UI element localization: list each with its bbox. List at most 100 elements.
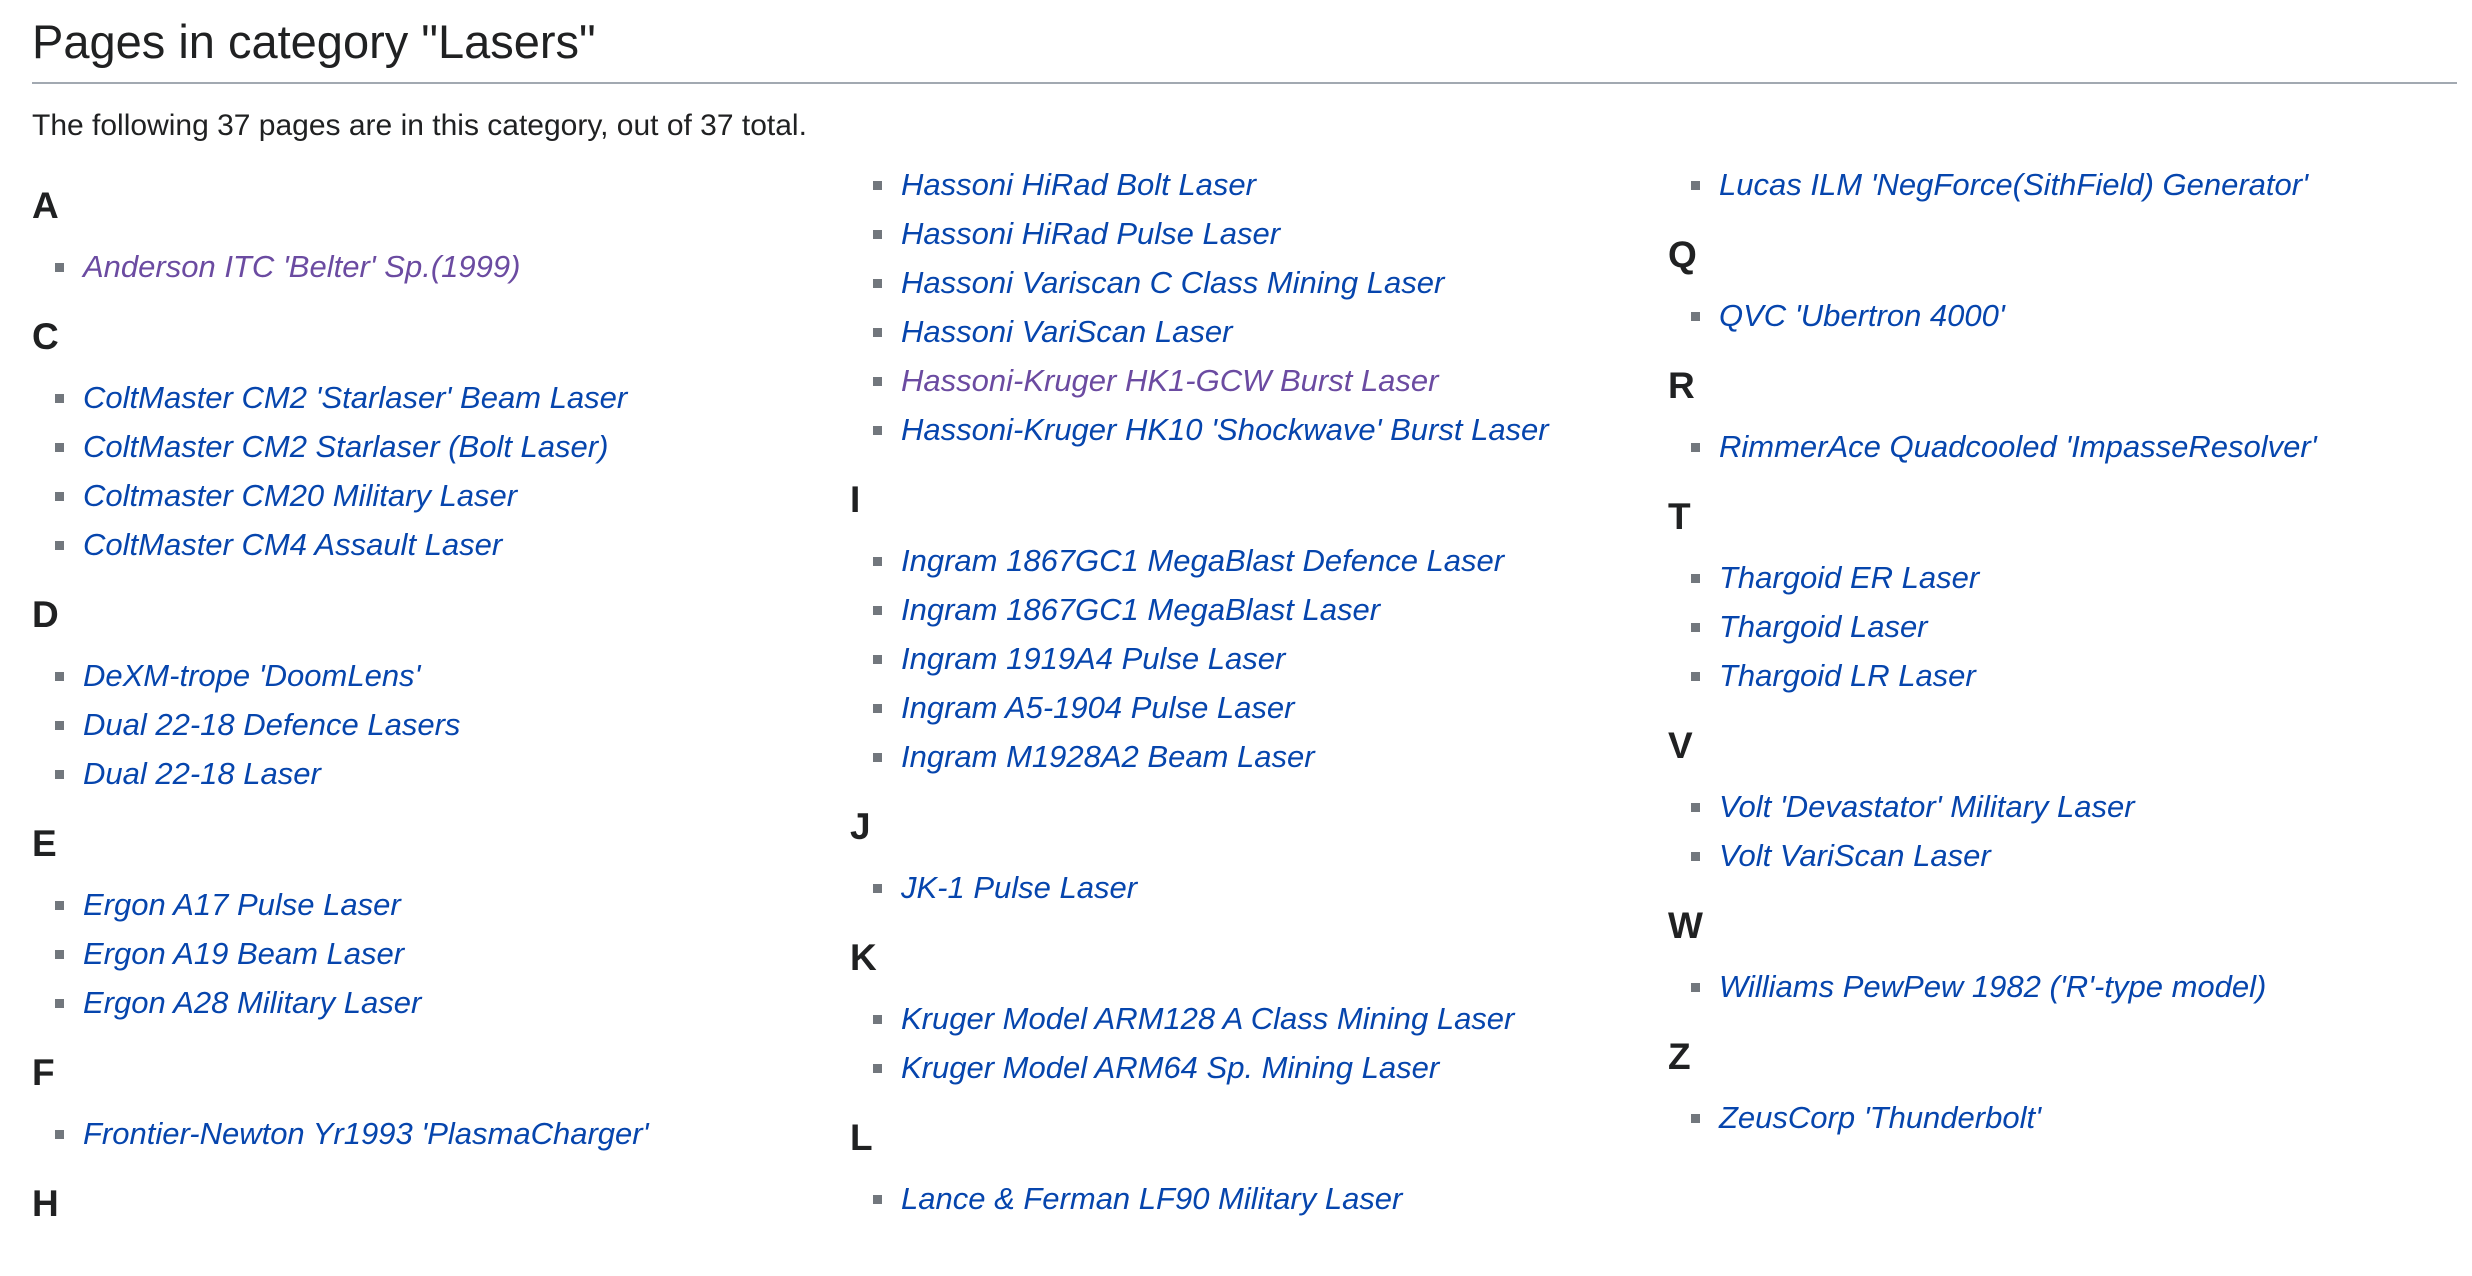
category-page-link[interactable]: Lucas ILM 'NegForce(SithField) Generator… xyxy=(1719,167,2308,202)
category-page-link[interactable]: DeXM-trope 'DoomLens' xyxy=(83,658,420,693)
square-bullet-icon xyxy=(1691,983,1700,992)
category-page-link[interactable]: Hassoni HiRad Pulse Laser xyxy=(901,216,1280,251)
list-item: Hassoni Variscan C Class Mining Laser xyxy=(850,258,1650,307)
category-page-link[interactable]: Dual 22-18 Laser xyxy=(83,756,321,791)
list-item: RimmerAce Quadcooled 'ImpasseResolver' xyxy=(1668,422,2468,471)
category-page-link[interactable]: Ingram A5-1904 Pulse Laser xyxy=(901,690,1294,725)
list-item: ZeusCorp 'Thunderbolt' xyxy=(1668,1093,2468,1142)
list-item: Kruger Model ARM128 A Class Mining Laser xyxy=(850,994,1650,1043)
category-list: Thargoid ER Laser Thargoid Laser Thargoid … xyxy=(1668,553,2468,700)
category-page-link[interactable]: Kruger Model ARM64 Sp. Mining Laser xyxy=(901,1050,1439,1085)
square-bullet-icon xyxy=(55,950,64,959)
square-bullet-icon xyxy=(55,541,64,550)
category-page-link[interactable]: Williams PewPew 1982 ('R'-type model) xyxy=(1719,969,2266,1004)
category-list: DeXM-trope 'DoomLens' Dual 22-18 Defence … xyxy=(32,651,832,798)
list-item: Ingram A5-1904 Pulse Laser xyxy=(850,683,1650,732)
letter-heading: I xyxy=(850,479,861,520)
category-list: Anderson ITC 'Belter' Sp.(1999) xyxy=(32,242,832,291)
category-page-link[interactable]: Dual 22-18 Defence Lasers xyxy=(83,707,460,742)
square-bullet-icon xyxy=(55,394,64,403)
list-item: JK-1 Pulse Laser xyxy=(850,863,1650,912)
list-item: Williams PewPew 1982 ('R'-type model) xyxy=(1668,962,2468,1011)
category-list: Williams PewPew 1982 ('R'-type model) xyxy=(1668,962,2468,1011)
category-list: Lucas ILM 'NegForce(SithField) Generator… xyxy=(1668,160,2468,209)
category-page-link[interactable]: JK-1 Pulse Laser xyxy=(901,870,1137,905)
list-item: Ingram M1928A2 Beam Laser xyxy=(850,732,1650,781)
square-bullet-icon xyxy=(55,721,64,730)
category-page-link[interactable]: Ergon A28 Military Laser xyxy=(83,985,421,1020)
square-bullet-icon xyxy=(873,1064,882,1073)
category-page-link[interactable]: RimmerAce Quadcooled 'ImpasseResolver' xyxy=(1719,429,2317,464)
category-column-1: A Anderson ITC 'Belter' Sp.(1999) C ColtMas… xyxy=(32,160,832,1240)
category-page-link[interactable]: Ergon A17 Pulse Laser xyxy=(83,887,401,922)
category-page-link[interactable]: Frontier-Newton Yr1993 'PlasmaCharger' xyxy=(83,1116,649,1151)
category-page-link[interactable]: Ingram 1919A4 Pulse Laser xyxy=(901,641,1285,676)
square-bullet-icon xyxy=(873,753,882,762)
square-bullet-icon xyxy=(873,655,882,664)
letter-heading: Z xyxy=(1668,1036,1691,1077)
category-page-link[interactable]: Hassoni Variscan C Class Mining Laser xyxy=(901,265,1444,300)
category-page-link[interactable]: QVC 'Ubertron 4000' xyxy=(1719,298,2005,333)
letter-heading: W xyxy=(1668,905,1703,946)
category-page-link[interactable]: ColtMaster CM4 Assault Laser xyxy=(83,527,502,562)
list-item: Volt 'Devastator' Military Laser xyxy=(1668,782,2468,831)
square-bullet-icon xyxy=(873,884,882,893)
category-page-link[interactable]: Coltmaster CM20 Military Laser xyxy=(83,478,517,513)
list-item: Frontier-Newton Yr1993 'PlasmaCharger' xyxy=(32,1109,832,1158)
letter-heading: L xyxy=(850,1117,873,1158)
category-page-link[interactable]: Hassoni-Kruger HK1-GCW Burst Laser xyxy=(901,363,1439,398)
category-list: Ergon A17 Pulse Laser Ergon A19 Beam Lase… xyxy=(32,880,832,1027)
category-page-link[interactable]: Lance & Ferman LF90 Military Laser xyxy=(901,1181,1402,1216)
category-page-link[interactable]: Volt VariScan Laser xyxy=(1719,838,1991,873)
square-bullet-icon xyxy=(1691,672,1700,681)
category-list: RimmerAce Quadcooled 'ImpasseResolver' xyxy=(1668,422,2468,471)
list-item: Hassoni VariScan Laser xyxy=(850,307,1650,356)
category-page-link[interactable]: Anderson ITC 'Belter' Sp.(1999) xyxy=(83,249,520,284)
category-page-link[interactable]: Volt 'Devastator' Military Laser xyxy=(1719,789,2135,824)
letter-heading: R xyxy=(1668,365,1695,406)
square-bullet-icon xyxy=(55,999,64,1008)
category-page-link[interactable]: ZeusCorp 'Thunderbolt' xyxy=(1719,1100,2041,1135)
list-item: Hassoni HiRad Pulse Laser xyxy=(850,209,1650,258)
square-bullet-icon xyxy=(55,492,64,501)
category-list: Kruger Model ARM128 A Class Mining Laser… xyxy=(850,994,1650,1092)
square-bullet-icon xyxy=(1691,443,1700,452)
category-page-link[interactable]: ColtMaster CM2 'Starlaser' Beam Laser xyxy=(83,380,627,415)
category-page-link[interactable]: Kruger Model ARM128 A Class Mining Laser xyxy=(901,1001,1514,1036)
list-item: Kruger Model ARM64 Sp. Mining Laser xyxy=(850,1043,1650,1092)
category-list: Volt 'Devastator' Military Laser Volt Var… xyxy=(1668,782,2468,880)
category-page-link[interactable]: Ingram 1867GC1 MegaBlast Laser xyxy=(901,592,1380,627)
category-list: Frontier-Newton Yr1993 'PlasmaCharger' xyxy=(32,1109,832,1158)
list-item: Hassoni-Kruger HK10 'Shockwave' Burst La… xyxy=(850,405,1650,454)
letter-heading: K xyxy=(850,937,877,978)
list-item: Hassoni-Kruger HK1-GCW Burst Laser xyxy=(850,356,1650,405)
category-list: ZeusCorp 'Thunderbolt' xyxy=(1668,1093,2468,1142)
category-page-link[interactable]: Thargoid Laser xyxy=(1719,609,1928,644)
category-page-link[interactable]: Ergon A19 Beam Laser xyxy=(83,936,404,971)
letter-heading: D xyxy=(32,594,59,635)
square-bullet-icon xyxy=(873,606,882,615)
list-item: ColtMaster CM2 Starlaser (Bolt Laser) xyxy=(32,422,832,471)
square-bullet-icon xyxy=(1691,312,1700,321)
category-page-link[interactable]: Thargoid ER Laser xyxy=(1719,560,1979,595)
square-bullet-icon xyxy=(1691,623,1700,632)
category-list: ColtMaster CM2 'Starlaser' Beam Laser Col… xyxy=(32,373,832,569)
list-item: Dual 22-18 Laser xyxy=(32,749,832,798)
page-title: Pages in category "Lasers" xyxy=(32,12,2457,84)
category-page-link[interactable]: Ingram 1867GC1 MegaBlast Defence Laser xyxy=(901,543,1504,578)
category-intro: The following 37 pages are in this categ… xyxy=(32,109,807,142)
square-bullet-icon xyxy=(873,1195,882,1204)
list-item: Dual 22-18 Defence Lasers xyxy=(32,700,832,749)
list-item: Ingram 1867GC1 MegaBlast Laser xyxy=(850,585,1650,634)
category-list: QVC 'Ubertron 4000' xyxy=(1668,291,2468,340)
category-page-link[interactable]: Hassoni HiRad Bolt Laser xyxy=(901,167,1256,202)
square-bullet-icon xyxy=(873,328,882,337)
category-page-link[interactable]: Hassoni-Kruger HK10 'Shockwave' Burst La… xyxy=(901,412,1549,447)
category-page-link[interactable]: Ingram M1928A2 Beam Laser xyxy=(901,739,1315,774)
category-page-link[interactable]: Hassoni VariScan Laser xyxy=(901,314,1232,349)
square-bullet-icon xyxy=(1691,574,1700,583)
list-item: Coltmaster CM20 Military Laser xyxy=(32,471,832,520)
category-page-link[interactable]: ColtMaster CM2 Starlaser (Bolt Laser) xyxy=(83,429,608,464)
square-bullet-icon xyxy=(873,557,882,566)
category-page-link[interactable]: Thargoid LR Laser xyxy=(1719,658,1976,693)
